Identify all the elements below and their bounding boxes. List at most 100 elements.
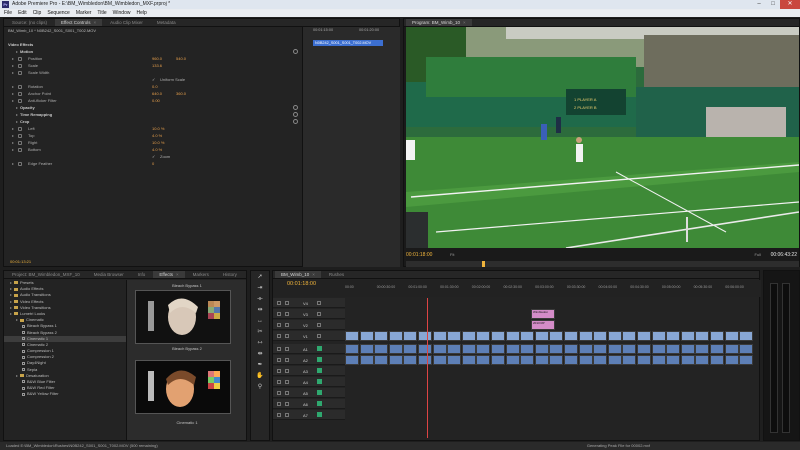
sync-lock-icon[interactable] <box>285 301 289 305</box>
track-select-tool-icon[interactable]: ⇥ <box>255 284 265 293</box>
pen-tool-icon[interactable]: ✒ <box>255 361 265 370</box>
audio-clip[interactable] <box>403 344 418 354</box>
audio-clip[interactable] <box>622 355 637 365</box>
close-tab-icon[interactable]: × <box>176 272 179 277</box>
audio-clip[interactable] <box>520 344 535 354</box>
mute-icon[interactable] <box>317 379 322 384</box>
mute-icon[interactable] <box>317 346 322 351</box>
video-clip[interactable] <box>374 331 389 341</box>
ripple-edit-tool-icon[interactable]: ⟛ <box>255 295 265 304</box>
video-clip[interactable] <box>637 331 651 341</box>
audio-clip[interactable] <box>651 355 666 365</box>
tab-markers[interactable]: Markers <box>187 271 215 278</box>
title-clip[interactable]: Wimbledon <box>531 309 555 319</box>
audio-clip[interactable] <box>724 344 739 354</box>
mute-icon[interactable] <box>317 368 322 373</box>
tab-program[interactable]: Program: BM_Wimb_10 × <box>406 19 472 26</box>
video-clip[interactable] <box>432 331 447 341</box>
rolling-edit-tool-icon[interactable]: ⇹ <box>255 306 265 315</box>
audio-clip[interactable] <box>374 344 389 354</box>
audio-clip[interactable] <box>607 344 622 354</box>
track-header-audio[interactable]: A1 <box>273 344 345 354</box>
playhead-timecode[interactable]: 00:01:18:00 <box>406 252 432 258</box>
param-value[interactable]: 960.0 <box>152 56 162 62</box>
expand-arrow-icon[interactable]: ▸ <box>16 119 18 125</box>
tab-project[interactable]: Project: BM_Wimbledon_MXF_10 <box>6 271 86 278</box>
reset-icon[interactable] <box>293 105 298 110</box>
tab-rushes[interactable]: Rushes <box>323 271 350 278</box>
expand-arrow-icon[interactable]: ▸ <box>12 63 14 69</box>
eye-icon[interactable] <box>317 312 321 316</box>
audio-clip[interactable] <box>432 344 447 354</box>
eye-icon[interactable] <box>317 323 321 327</box>
video-clip[interactable] <box>476 331 491 341</box>
stopwatch-icon[interactable] <box>18 64 22 68</box>
audio-clip[interactable] <box>418 344 432 354</box>
video-clip[interactable] <box>578 331 593 341</box>
track-header-audio[interactable]: A5 <box>273 388 345 398</box>
audio-clip[interactable] <box>578 355 593 365</box>
lock-icon[interactable] <box>277 391 281 395</box>
audio-clip[interactable] <box>345 344 359 354</box>
video-clip[interactable] <box>622 331 637 341</box>
stopwatch-icon[interactable] <box>18 162 22 166</box>
expand-arrow-icon[interactable]: ▸ <box>12 140 14 146</box>
clip-label[interactable]: N0B242_S001_S001_T002.MOV <box>313 40 383 46</box>
audio-clip[interactable] <box>505 344 520 354</box>
audio-clip[interactable] <box>447 355 462 365</box>
expand-arrow-icon[interactable]: ▸ <box>16 49 18 55</box>
audio-clip[interactable] <box>534 344 549 354</box>
expand-arrow-icon[interactable]: ▸ <box>12 147 14 153</box>
checkbox-icon[interactable]: ✓ <box>152 77 155 83</box>
track-header-audio[interactable]: A3 <box>273 366 345 376</box>
audio-clip[interactable] <box>476 355 491 365</box>
zoom-fit-dropdown[interactable]: Fit <box>450 252 454 257</box>
rate-stretch-tool-icon[interactable]: ↔ <box>255 317 265 326</box>
tab-source[interactable]: Source: (no clips) <box>6 19 53 26</box>
audio-clip[interactable] <box>637 355 651 365</box>
menu-window[interactable]: Window <box>113 9 131 17</box>
video-clip[interactable] <box>695 331 710 341</box>
param-value-2[interactable]: 540.0 <box>176 56 186 62</box>
expand-arrow-icon[interactable]: ▸ <box>12 56 14 62</box>
resolution-dropdown[interactable]: Full <box>755 252 761 257</box>
hand-tool-icon[interactable]: ✋ <box>255 372 265 381</box>
tab-history[interactable]: History <box>217 271 243 278</box>
time-ruler[interactable]: 00:00 00:00:30:00 00:01:00:00 00:01:30:00 00… <box>345 285 757 297</box>
audio-clip[interactable] <box>549 355 564 365</box>
close-tab-icon[interactable]: × <box>463 20 466 25</box>
audio-clip[interactable] <box>666 344 681 354</box>
audio-clip[interactable] <box>432 355 447 365</box>
stopwatch-icon[interactable] <box>18 57 22 61</box>
audio-clip[interactable] <box>418 355 432 365</box>
audio-clip[interactable] <box>695 344 710 354</box>
mute-icon[interactable] <box>317 357 322 362</box>
video-clip[interactable] <box>345 331 359 341</box>
eye-icon[interactable] <box>317 301 321 305</box>
param-value[interactable]: 10.0 % <box>152 140 164 146</box>
stopwatch-icon[interactable] <box>18 141 22 145</box>
look-thumbnail-2[interactable] <box>135 360 231 414</box>
track-header-video[interactable]: V1 <box>273 331 345 341</box>
audio-clip[interactable] <box>549 344 564 354</box>
audio-clip[interactable] <box>680 355 695 365</box>
expand-arrow-icon[interactable]: ▸ <box>10 286 12 291</box>
expand-arrow-icon[interactable]: ▸ <box>16 317 18 322</box>
video-clip[interactable] <box>403 331 418 341</box>
stopwatch-icon[interactable] <box>18 134 22 138</box>
audio-clip[interactable] <box>505 355 520 365</box>
sync-lock-icon[interactable] <box>285 369 289 373</box>
param-value[interactable]: 0.00 <box>152 98 160 104</box>
sync-lock-icon[interactable] <box>285 358 289 362</box>
lock-icon[interactable] <box>277 334 281 338</box>
video-clip[interactable] <box>651 331 666 341</box>
effects-preset[interactable]: B&W Yellow Filter <box>4 391 126 397</box>
audio-clip[interactable] <box>359 355 374 365</box>
audio-clip[interactable] <box>345 355 359 365</box>
title-clip[interactable]: 2013 RP <box>531 320 555 330</box>
mute-icon[interactable] <box>317 401 322 406</box>
sync-lock-icon[interactable] <box>285 402 289 406</box>
menu-marker[interactable]: Marker <box>76 9 92 17</box>
audio-clip[interactable] <box>724 355 739 365</box>
menu-sequence[interactable]: Sequence <box>47 9 70 17</box>
